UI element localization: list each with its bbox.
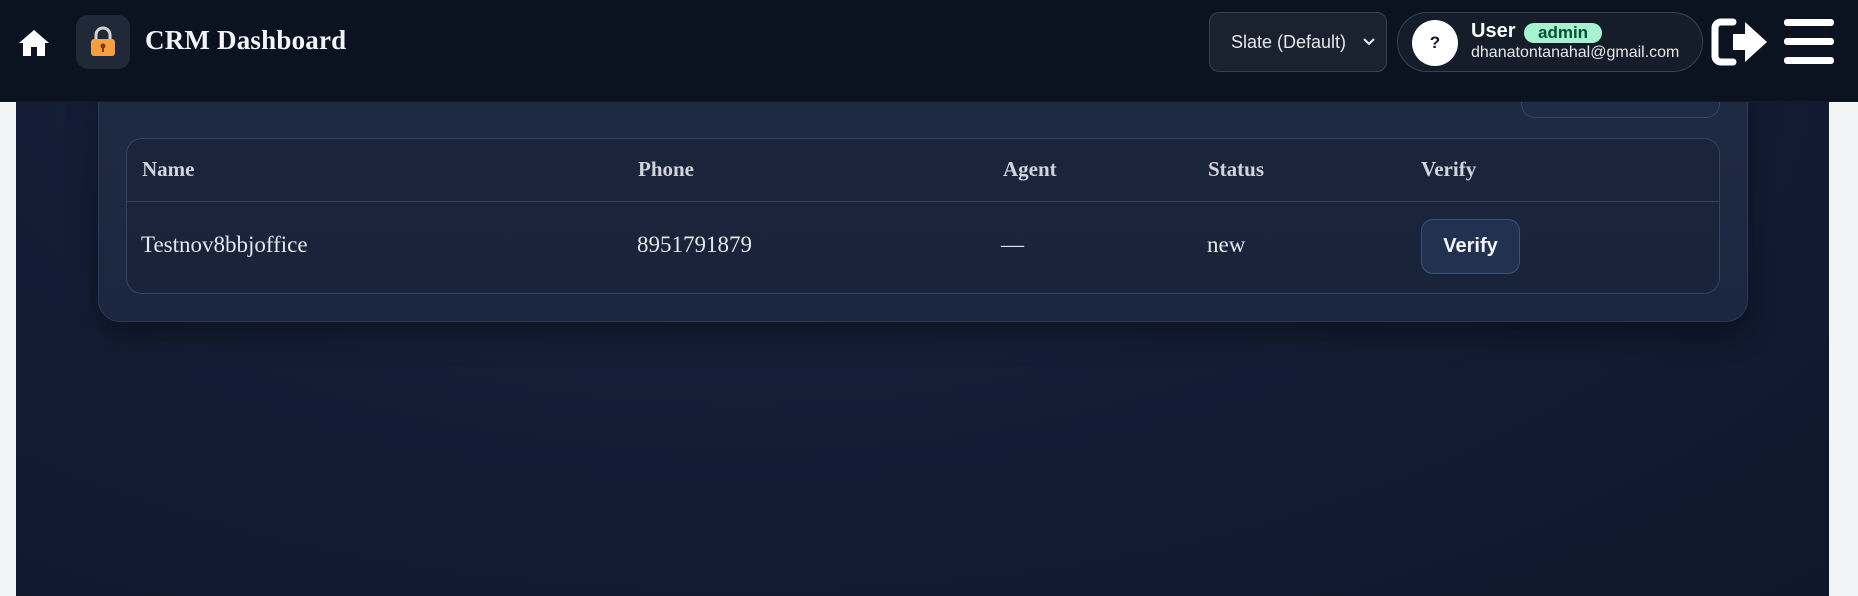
user-email: dhanatontanahal@gmail.com	[1471, 44, 1680, 61]
table-header: Name Phone Agent Status Verify	[127, 139, 1719, 202]
top-navbar: CRM Dashboard Slate (Default) ? User adm…	[0, 0, 1858, 102]
cell-name: Testnov8bbjoffice	[141, 232, 308, 257]
theme-select[interactable]: Slate (Default)	[1209, 12, 1387, 72]
app-logo	[76, 15, 130, 69]
chevron-down-icon	[1363, 38, 1375, 46]
logout-icon	[1711, 18, 1767, 66]
verify-button[interactable]: Verify	[1421, 219, 1520, 274]
column-header-status: Status	[1208, 157, 1265, 181]
menu-button[interactable]	[1782, 16, 1836, 68]
cell-phone: 8951791879	[637, 232, 752, 257]
column-header-verify: Verify	[1421, 157, 1477, 181]
logout-button[interactable]	[1711, 16, 1769, 68]
theme-select-value: Slate (Default)	[1231, 31, 1347, 52]
column-header-phone: Phone	[638, 157, 695, 181]
home-button[interactable]	[16, 26, 52, 60]
menu-icon	[1784, 19, 1834, 64]
home-icon	[19, 30, 49, 56]
app-title: CRM Dashboard	[145, 25, 347, 55]
column-header-name: Name	[142, 157, 195, 181]
user-menu[interactable]: ? User admin dhanatontanahal@gmail.com	[1397, 12, 1703, 72]
role-badge: admin	[1524, 23, 1603, 43]
cell-status: new	[1207, 232, 1246, 257]
cell-agent: —	[1001, 232, 1024, 257]
avatar: ?	[1412, 20, 1458, 66]
column-header-agent: Agent	[1003, 157, 1057, 181]
user-name: User	[1471, 20, 1516, 42]
lock-icon	[91, 26, 115, 56]
